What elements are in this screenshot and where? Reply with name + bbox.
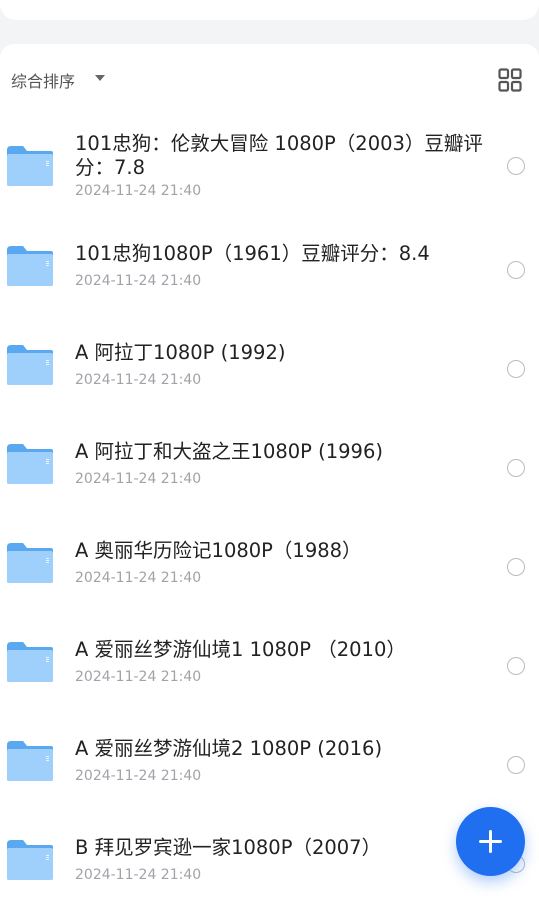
- folder-icon: [7, 444, 53, 484]
- sort-button[interactable]: 综合排序: [11, 68, 75, 92]
- file-date: 2024-11-24 21:40: [75, 669, 202, 685]
- folder-icon: [7, 246, 53, 286]
- file-date: 2024-11-24 21:40: [75, 273, 202, 289]
- list-item[interactable]: 101忠狗：伦敦大冒险 1080P（2003）豆瓣评分：7.8 2024-11-…: [0, 116, 539, 226]
- list-item[interactable]: A 爱丽丝梦游仙境1 1080P （2010） 2024-11-24 21:40: [0, 622, 539, 721]
- file-date: 2024-11-24 21:40: [75, 183, 202, 199]
- folder-icon: [7, 840, 53, 880]
- file-title: 101忠狗1080P（1961）豆瓣评分：8.4: [75, 242, 430, 265]
- file-title: A 阿拉丁和大盗之王1080P (1996): [75, 440, 383, 463]
- list-item[interactable]: A 奥丽华历险记1080P（1988） 2024-11-24 21:40: [0, 523, 539, 622]
- file-list-panel: 综合排序 101忠狗：伦敦大冒险 1080P（2003）豆瓣评分：7.8 202…: [0, 44, 539, 910]
- file-date: 2024-11-24 21:40: [75, 372, 202, 388]
- caret-down-icon[interactable]: [95, 75, 105, 81]
- sort-bar: 综合排序: [0, 44, 539, 110]
- list-item[interactable]: A 阿拉丁1080P (1992) 2024-11-24 21:40: [0, 325, 539, 424]
- select-radio[interactable]: [507, 360, 525, 378]
- select-radio[interactable]: [507, 756, 525, 774]
- list-item[interactable]: A 阿拉丁和大盗之王1080P (1996) 2024-11-24 21:40: [0, 424, 539, 523]
- file-title: B 拜见罗宾逊一家1080P（2007）: [75, 836, 382, 859]
- folder-icon: [7, 741, 53, 781]
- list-item[interactable]: A 爱丽丝梦游仙境2 1080P (2016) 2024-11-24 21:40: [0, 721, 539, 820]
- select-radio[interactable]: [507, 459, 525, 477]
- file-title: 101忠狗：伦敦大冒险 1080P（2003）豆瓣评分：7.8: [75, 132, 483, 179]
- folder-icon: [7, 543, 53, 583]
- folder-icon: [7, 146, 53, 186]
- folder-icon: [7, 642, 53, 682]
- file-date: 2024-11-24 21:40: [75, 768, 202, 784]
- file-title: A 爱丽丝梦游仙境1 1080P （2010）: [75, 638, 406, 661]
- grid-view-icon[interactable]: [498, 68, 522, 92]
- file-date: 2024-11-24 21:40: [75, 867, 202, 883]
- file-date: 2024-11-24 21:40: [75, 471, 202, 487]
- file-title: A 阿拉丁1080P (1992): [75, 341, 286, 364]
- list-item[interactable]: 101忠狗1080P（1961）豆瓣评分：8.4 2024-11-24 21:4…: [0, 226, 539, 325]
- select-radio[interactable]: [507, 657, 525, 675]
- add-button[interactable]: [456, 807, 525, 876]
- plus-icon: [479, 830, 502, 853]
- select-radio[interactable]: [507, 558, 525, 576]
- folder-icon: [7, 345, 53, 385]
- file-title: A 爱丽丝梦游仙境2 1080P (2016): [75, 737, 383, 760]
- file-date: 2024-11-24 21:40: [75, 570, 202, 586]
- select-radio[interactable]: [507, 157, 525, 175]
- top-card: [0, 0, 539, 20]
- file-title: A 奥丽华历险记1080P（1988）: [75, 539, 362, 562]
- select-radio[interactable]: [507, 261, 525, 279]
